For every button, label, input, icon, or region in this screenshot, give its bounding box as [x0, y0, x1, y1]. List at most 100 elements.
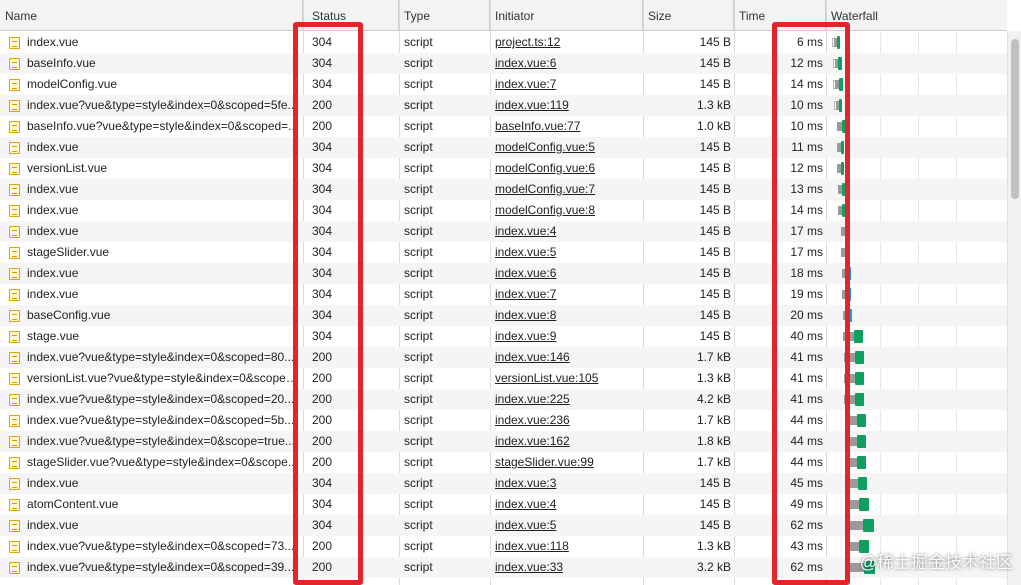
request-name: index.vue	[27, 182, 79, 196]
initiator-link[interactable]: index.vue:236	[495, 410, 640, 431]
status-code: 304	[312, 56, 333, 70]
initiator-link[interactable]: index.vue:5	[495, 242, 640, 263]
request-time: 14 ms	[790, 77, 823, 91]
resource-type: script	[404, 434, 433, 448]
table-row[interactable]: stageSlider.vue 304 script index.vue:5 145 B…	[0, 242, 1007, 263]
transfer-size: 145 B	[699, 203, 731, 217]
column-header-time[interactable]: Time	[734, 0, 826, 31]
initiator-link[interactable]: index.vue:6	[495, 263, 640, 284]
column-header-type[interactable]: Type	[399, 0, 490, 31]
table-row[interactable]: index.vue 304 script index.vue:3 145 B 45 ms	[0, 473, 1007, 494]
initiator-link[interactable]: stageSlider.vue:99	[495, 452, 640, 473]
status-code: 304	[312, 140, 333, 154]
table-row[interactable]: index.vue 304 script index.vue:5 145 B 62 ms	[0, 515, 1007, 536]
waterfall-waiting-bar	[845, 416, 857, 425]
table-row[interactable]: versionList.vue 304 script modelConfig.vue:…	[0, 158, 1007, 179]
initiator-link[interactable]: index.vue:7	[495, 284, 640, 305]
initiator-link[interactable]: modelConfig.vue:8	[495, 200, 640, 221]
transfer-size: 145 B	[699, 35, 731, 49]
scrollbar-thumb[interactable]	[1011, 39, 1019, 199]
transfer-size: 145 B	[699, 224, 731, 238]
request-time: 41 ms	[790, 350, 823, 364]
initiator-link[interactable]: index.vue:146	[495, 347, 640, 368]
request-name: versionList.vue	[27, 161, 108, 175]
table-row[interactable]: index.vue 304 script index.vue:4 145 B 17 ms	[0, 221, 1007, 242]
vertical-scrollbar[interactable]	[1007, 31, 1021, 585]
initiator-link[interactable]: index.vue:4	[495, 494, 640, 515]
table-row[interactable]: baseConfig.vue 304 script index.vue:8 145 B 2…	[0, 305, 1007, 326]
table-row[interactable]: index.vue 304 script index.vue:7 145 B 19 ms	[0, 284, 1007, 305]
request-name: index.vue	[27, 476, 79, 490]
waterfall-download-bar	[846, 246, 850, 259]
resource-type: script	[404, 560, 433, 574]
column-header-waterfall[interactable]: Waterfall	[826, 0, 1007, 31]
status-code: 304	[312, 245, 333, 259]
table-row[interactable]: atomContent.vue 304 script index.vue:4 145 B…	[0, 494, 1007, 515]
script-file-icon	[9, 37, 20, 49]
request-name: baseInfo.vue?vue&type=style&index=0&scop…	[27, 119, 299, 133]
resource-type: script	[404, 224, 433, 238]
script-file-icon	[9, 58, 20, 70]
table-row[interactable]: index.vue 304 script modelConfig.vue:8 145 B…	[0, 200, 1007, 221]
table-row[interactable]: index.vue?vue&type=style&index=0&scoped=…	[0, 389, 1007, 410]
initiator-link[interactable]: modelConfig.vue:5	[495, 137, 640, 158]
request-time: 62 ms	[790, 518, 823, 532]
waterfall-download-bar	[859, 498, 869, 511]
transfer-size: 145 B	[699, 161, 731, 175]
initiator-link[interactable]: index.vue:119	[495, 95, 640, 116]
initiator-link[interactable]: project.ts:12	[495, 32, 640, 53]
table-row[interactable]: versionList.vue?vue&type=style&index=0&s…	[0, 368, 1007, 389]
script-file-icon	[9, 100, 20, 112]
initiator-link[interactable]: index.vue:5	[495, 515, 640, 536]
initiator-link[interactable]: index.vue:7	[495, 74, 640, 95]
column-header-status[interactable]: Status	[307, 0, 399, 31]
resource-type: script	[404, 350, 433, 364]
transfer-size: 1.8 kB	[696, 434, 731, 448]
initiator-link[interactable]: index.vue:8	[495, 305, 640, 326]
table-row[interactable]: stageSlider.vue?vue&type=style&index=0&s…	[0, 452, 1007, 473]
initiator-link[interactable]: index.vue:4	[495, 221, 640, 242]
request-time: 62 ms	[790, 560, 823, 574]
waterfall-header-label: Waterfall	[831, 9, 878, 23]
table-row[interactable]: index.vue?vue&type=style&index=0&scoped=…	[0, 95, 1007, 116]
initiator-link[interactable]: index.vue:3	[495, 473, 640, 494]
resource-type: script	[404, 371, 433, 385]
table-row[interactable]: index.vue?vue&type=style&index=0&scope=t…	[0, 431, 1007, 452]
request-time: 19 ms	[790, 287, 823, 301]
column-header-name[interactable]: Name	[0, 0, 303, 31]
column-header-size[interactable]: Size	[643, 0, 734, 31]
column-header-initiator[interactable]: Initiator	[490, 0, 643, 31]
initiator-link[interactable]: index.vue:225	[495, 389, 640, 410]
table-row[interactable]: index.vue 304 script modelConfig.vue:5 145 B…	[0, 137, 1007, 158]
initiator-link[interactable]: index.vue:33	[495, 557, 640, 578]
waterfall-download-bar	[855, 351, 864, 364]
initiator-link[interactable]: index.vue:162	[495, 431, 640, 452]
table-row[interactable]: index.vue?vue&type=style&index=0&scoped=…	[0, 347, 1007, 368]
table-row[interactable]: index.vue 304 script index.vue:6 145 B 18 ms	[0, 263, 1007, 284]
initiator-link[interactable]: index.vue:118	[495, 536, 640, 557]
initiator-link[interactable]: versionList.vue:105	[495, 368, 640, 389]
table-row[interactable]: baseInfo.vue 304 script index.vue:6 145 B 12 …	[0, 53, 1007, 74]
table-row[interactable]: baseInfo.vue?vue&type=style&index=0&scop…	[0, 116, 1007, 137]
resource-type: script	[404, 98, 433, 112]
initiator-link[interactable]: baseInfo.vue:77	[495, 116, 640, 137]
resource-type: script	[404, 455, 433, 469]
request-time: 43 ms	[790, 539, 823, 553]
table-row[interactable]: index.vue?vue&type=style&index=0&scoped=…	[0, 557, 1007, 578]
status-code: 304	[312, 35, 333, 49]
table-row[interactable]: index.vue 304 script modelConfig.vue:7 145 B…	[0, 179, 1007, 200]
table-row[interactable]: index.vue 304 script project.ts:12 145 B 6 ms	[0, 32, 1007, 53]
table-row[interactable]: index.vue?vue&type=style&index=0&scoped=…	[0, 536, 1007, 557]
waterfall-waiting-bar	[846, 500, 859, 509]
table-row[interactable]: modelConfig.vue 304 script index.vue:7 145 B…	[0, 74, 1007, 95]
script-file-icon	[9, 352, 20, 364]
initiator-link[interactable]: index.vue:6	[495, 53, 640, 74]
resource-type: script	[404, 329, 433, 343]
resource-type: script	[404, 119, 433, 133]
table-row[interactable]: index.vue?vue&type=style&index=0&scoped=…	[0, 410, 1007, 431]
table-row[interactable]: stage.vue 304 script index.vue:9 145 B 40 ms	[0, 326, 1007, 347]
waterfall-waiting-bar	[843, 332, 854, 341]
initiator-link[interactable]: modelConfig.vue:6	[495, 158, 640, 179]
initiator-link[interactable]: modelConfig.vue:7	[495, 179, 640, 200]
initiator-link[interactable]: index.vue:9	[495, 326, 640, 347]
